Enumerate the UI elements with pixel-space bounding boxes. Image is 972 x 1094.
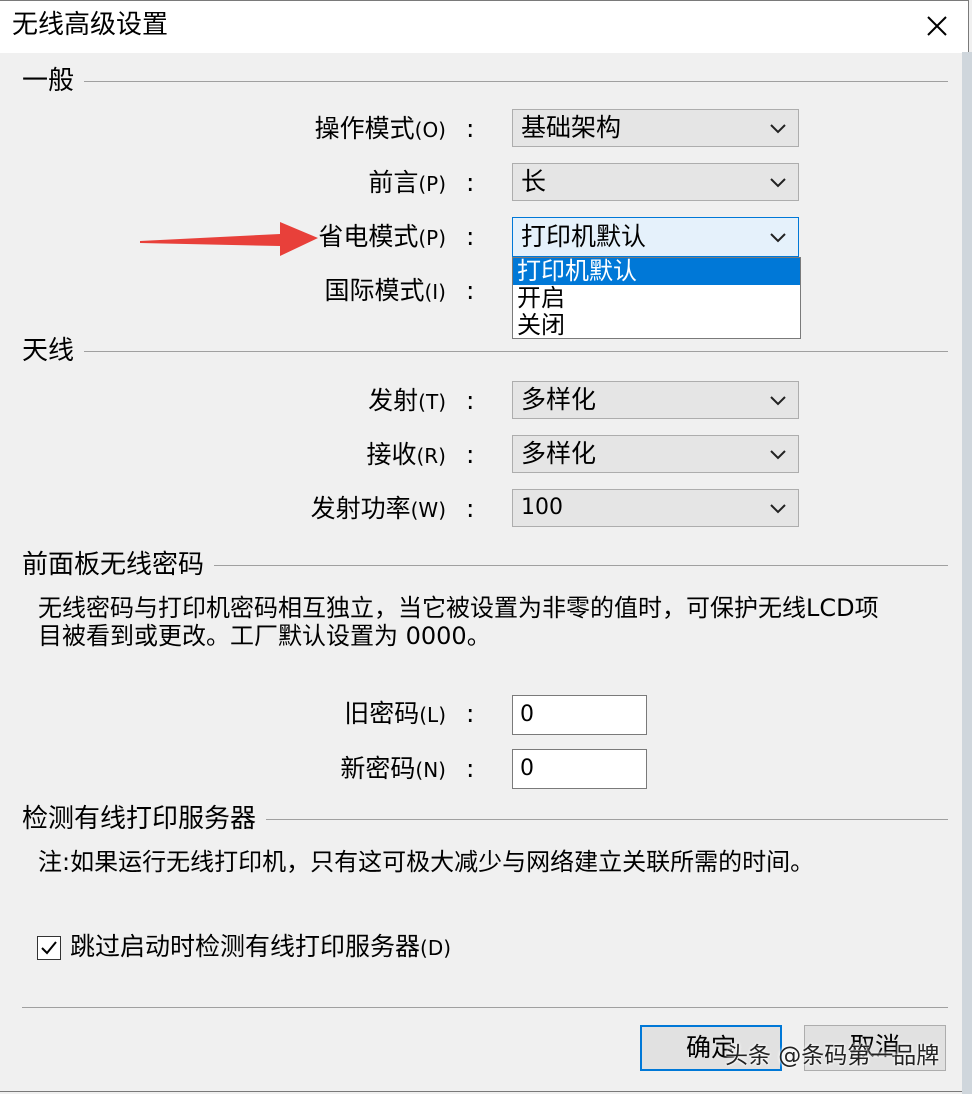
transmit-key: (T) [418, 390, 446, 414]
group-title-detect: 检测有线打印服务器 [22, 803, 267, 835]
receive-label: 接收(R) [366, 439, 446, 472]
receive-key: (R) [416, 444, 446, 468]
group-line-general [22, 81, 948, 82]
new-password-label: 新密码(N) [340, 753, 446, 786]
transmit-label-text: 发射 [368, 386, 419, 415]
intl-mode-label: 国际模式(I) [324, 275, 446, 308]
transmit-label: 发射(T) [368, 385, 446, 418]
receive-select[interactable]: 多样化 [512, 435, 799, 473]
panel-password-description-line2: 目被看到或更改。工厂默认设置为 0000。 [38, 622, 491, 650]
option-printer-default[interactable]: 打印机默认 [513, 258, 800, 285]
panel-password-description-line1: 无线密码与打印机密码相互独立，当它被设置为非零的值时，可保护无线LCD项 [38, 594, 879, 622]
close-button[interactable] [914, 1, 960, 51]
close-icon [927, 16, 947, 36]
power-save-value: 打印机默认 [521, 222, 647, 251]
wireless-advanced-settings-dialog: 无线高级设置 一般 操作模式(O) : 基础架构 前言(P) : 长 省电模式(… [0, 0, 969, 1092]
window-title: 无线高级设置 [12, 10, 169, 40]
red-arrow-annotation [140, 222, 318, 256]
power-save-key: (P) [418, 226, 446, 250]
group-title-general: 一般 [22, 65, 85, 97]
receive-label-text: 接收 [366, 440, 417, 469]
colon: : [466, 699, 475, 728]
tx-power-key: (W) [410, 498, 446, 522]
old-password-field[interactable] [512, 695, 647, 735]
group-line-antenna [22, 351, 948, 352]
chevron-down-icon [770, 124, 786, 134]
colon: : [466, 754, 475, 783]
watermark: 头条 @条码第一品牌 [725, 1043, 940, 1069]
intl-mode-label-text: 国际模式 [324, 276, 425, 305]
intl-mode-key: (I) [424, 280, 446, 304]
new-password-label-text: 新密码 [340, 754, 416, 783]
group-title-panel-password: 前面板无线密码 [22, 549, 215, 581]
preamble-key: (P) [418, 172, 446, 196]
tx-power-select[interactable]: 100 [512, 489, 799, 527]
skip-detect-key: (D) [420, 936, 452, 960]
old-password-input[interactable] [513, 696, 640, 732]
old-password-label: 旧密码(L) [344, 698, 446, 731]
tx-power-value: 100 [521, 495, 563, 520]
colon: : [466, 440, 475, 469]
tx-power-label: 发射功率(W) [311, 493, 446, 526]
operation-mode-key: (O) [414, 118, 446, 142]
preamble-select[interactable]: 长 [512, 163, 799, 201]
detect-note: 注:如果运行无线打印机，只有这可极大减少与网络建立关联所需的时间。 [38, 848, 815, 876]
chevron-down-icon [770, 178, 786, 188]
power-save-label-text: 省电模式 [318, 222, 419, 251]
old-password-label-text: 旧密码 [344, 699, 420, 728]
checkmark-icon [41, 941, 57, 955]
new-password-input[interactable] [513, 750, 640, 786]
preamble-label-text: 前言 [368, 168, 419, 197]
skip-detect-label-text: 跳过启动时检测有线打印服务器 [70, 932, 421, 961]
receive-value: 多样化 [521, 439, 597, 468]
old-password-key: (L) [419, 703, 446, 727]
skip-detect-label[interactable]: 跳过启动时检测有线打印服务器(D) [70, 931, 451, 964]
chevron-down-icon [770, 233, 786, 243]
transmit-value: 多样化 [521, 385, 597, 414]
chevron-down-icon [770, 396, 786, 406]
preamble-value: 长 [521, 167, 547, 196]
chevron-down-icon [770, 504, 786, 514]
operation-mode-value: 基础架构 [521, 113, 622, 142]
power-save-select[interactable]: 打印机默认 [512, 217, 799, 257]
colon: : [466, 494, 475, 523]
option-off[interactable]: 关闭 [513, 312, 800, 339]
colon: : [466, 276, 475, 305]
operation-mode-label: 操作模式(O) [315, 113, 446, 146]
operation-mode-select[interactable]: 基础架构 [512, 109, 799, 147]
power-save-label: 省电模式(P) [318, 221, 446, 254]
tx-power-label-text: 发射功率 [310, 494, 411, 523]
background-window-edge [962, 52, 972, 1094]
transmit-select[interactable]: 多样化 [512, 381, 799, 419]
footer-separator [22, 1007, 948, 1008]
new-password-key: (N) [415, 758, 446, 782]
chevron-down-icon [770, 450, 786, 460]
group-title-antenna: 天线 [22, 335, 85, 367]
option-on[interactable]: 开启 [513, 285, 800, 312]
colon: : [466, 386, 475, 415]
operation-mode-label-text: 操作模式 [314, 114, 415, 143]
colon: : [466, 222, 475, 251]
preamble-label: 前言(P) [368, 167, 446, 200]
new-password-field[interactable] [512, 749, 647, 789]
colon: : [466, 114, 475, 143]
title-bar: 无线高级设置 [0, 1, 968, 53]
colon: : [466, 168, 475, 197]
power-save-dropdown-list: 打印机默认 开启 关闭 [512, 257, 801, 339]
skip-detect-checkbox[interactable] [37, 936, 61, 960]
